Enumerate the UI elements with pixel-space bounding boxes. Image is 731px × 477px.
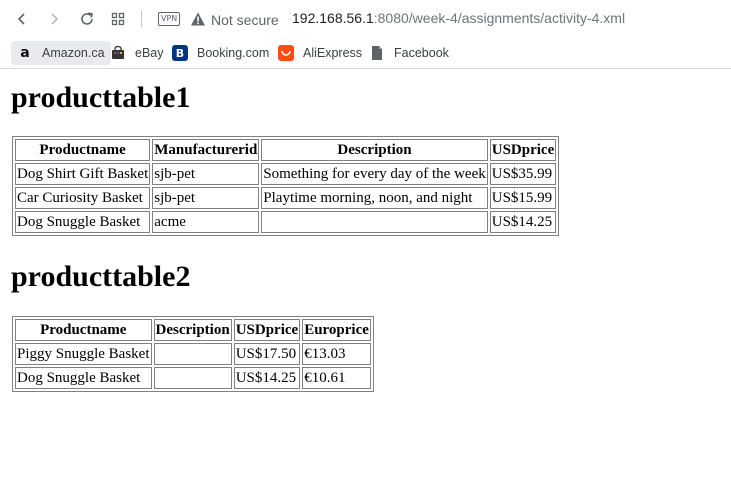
table-cell: €10.61 bbox=[302, 367, 371, 389]
table-cell: Dog Snuggle Basket bbox=[15, 211, 151, 233]
column-header: USDprice bbox=[233, 319, 301, 341]
producttable1-heading: producttable1 bbox=[11, 81, 191, 114]
table-cell: acme bbox=[152, 211, 260, 233]
table-cell bbox=[261, 211, 488, 233]
table-cell: sjb-pet bbox=[152, 187, 260, 209]
arrow-left-icon bbox=[17, 13, 25, 25]
url-path: :8080/week-4/assignments/activity-4.xml bbox=[373, 10, 626, 26]
table-cell bbox=[153, 367, 232, 389]
table-row: Dog Snuggle Basket acme US$14.25 bbox=[15, 211, 557, 233]
arrow-right-icon bbox=[51, 13, 59, 25]
bookmark-label: Amazon.ca bbox=[42, 46, 105, 60]
bookmark-label: eBay bbox=[135, 46, 164, 60]
producttable2-heading: producttable2 bbox=[11, 260, 191, 293]
bookmark-label: Facebook bbox=[394, 46, 449, 60]
vpn-badge[interactable]: VPN bbox=[158, 12, 181, 26]
forward-button[interactable] bbox=[42, 7, 66, 31]
back-button[interactable] bbox=[10, 7, 34, 31]
table-cell: US$15.99 bbox=[489, 187, 557, 209]
url-host: 192.168.56.1 bbox=[292, 10, 374, 26]
table-header-row: Productname Manufacturerid Description U… bbox=[15, 139, 557, 161]
warning-icon[interactable] bbox=[190, 11, 206, 27]
table-header-row: Productname Description USDprice Europri… bbox=[15, 319, 371, 341]
table-cell: US$17.50 bbox=[233, 343, 301, 365]
table-row: Car Curiosity Basket sjb-pet Playtime mo… bbox=[15, 187, 557, 209]
table-cell: Playtime morning, noon, and night bbox=[261, 187, 488, 209]
file-icon bbox=[369, 45, 385, 61]
address-bar[interactable]: 192.168.56.1:8080/week-4/assignments/act… bbox=[292, 10, 625, 26]
column-header: Description bbox=[153, 319, 232, 341]
column-header: USDprice bbox=[489, 139, 557, 161]
table-cell: Car Curiosity Basket bbox=[15, 187, 151, 209]
bookmark-label: AliExpress bbox=[303, 46, 363, 60]
table-cell: US$14.25 bbox=[233, 367, 301, 389]
bookmark-label: Booking.com bbox=[197, 46, 270, 60]
browser-toolbar: VPN Not secure 192.168.56.1:8080/week-4/… bbox=[0, 0, 731, 38]
bookmarks-bar: a Amazon.ca eBay B Booking.com AliExpres… bbox=[0, 38, 731, 69]
page-content: producttable1 Productname Manufacturerid… bbox=[0, 70, 731, 477]
toolbar-separator bbox=[141, 11, 142, 27]
ebay-icon bbox=[110, 45, 126, 61]
security-status[interactable]: Not secure bbox=[211, 12, 279, 28]
column-header: Productname bbox=[15, 139, 151, 161]
table-row: Dog Shirt Gift Basket sjb-pet Something … bbox=[15, 163, 557, 185]
table-cell: US$14.25 bbox=[489, 211, 557, 233]
bookmark-booking[interactable]: B Booking.com bbox=[166, 41, 275, 65]
amazon-icon: a bbox=[20, 45, 30, 61]
table-row: Dog Snuggle Basket US$14.25 €10.61 bbox=[15, 367, 371, 389]
producttable1: Productname Manufacturerid Description U… bbox=[12, 136, 560, 236]
column-header: Manufacturerid bbox=[152, 139, 260, 161]
producttable2: Productname Description USDprice Europri… bbox=[12, 316, 374, 392]
bookmark-facebook[interactable]: Facebook bbox=[363, 41, 455, 65]
reload-button[interactable] bbox=[75, 7, 99, 31]
grid-icon bbox=[111, 12, 125, 26]
column-header: Europrice bbox=[302, 319, 371, 341]
bookmark-ebay[interactable]: eBay bbox=[104, 41, 170, 65]
column-header: Productname bbox=[15, 319, 152, 341]
table-cell: €13.03 bbox=[302, 343, 371, 365]
table-cell: US$35.99 bbox=[489, 163, 557, 185]
table-cell: Dog Shirt Gift Basket bbox=[15, 163, 151, 185]
bookmark-aliexpress[interactable]: AliExpress bbox=[272, 41, 368, 65]
reload-icon bbox=[81, 12, 93, 25]
booking-icon: B bbox=[172, 45, 188, 61]
table-cell: Dog Snuggle Basket bbox=[15, 367, 152, 389]
tab-grid-button[interactable] bbox=[106, 7, 130, 31]
table-cell: sjb-pet bbox=[152, 163, 260, 185]
table-row: Piggy Snuggle Basket US$17.50 €13.03 bbox=[15, 343, 371, 365]
bookmark-amazon[interactable]: a Amazon.ca bbox=[11, 41, 111, 65]
column-header: Description bbox=[261, 139, 488, 161]
table-cell bbox=[153, 343, 232, 365]
table-cell: Piggy Snuggle Basket bbox=[15, 343, 152, 365]
table-cell: Something for every day of the week bbox=[261, 163, 488, 185]
aliexpress-icon bbox=[278, 45, 294, 61]
